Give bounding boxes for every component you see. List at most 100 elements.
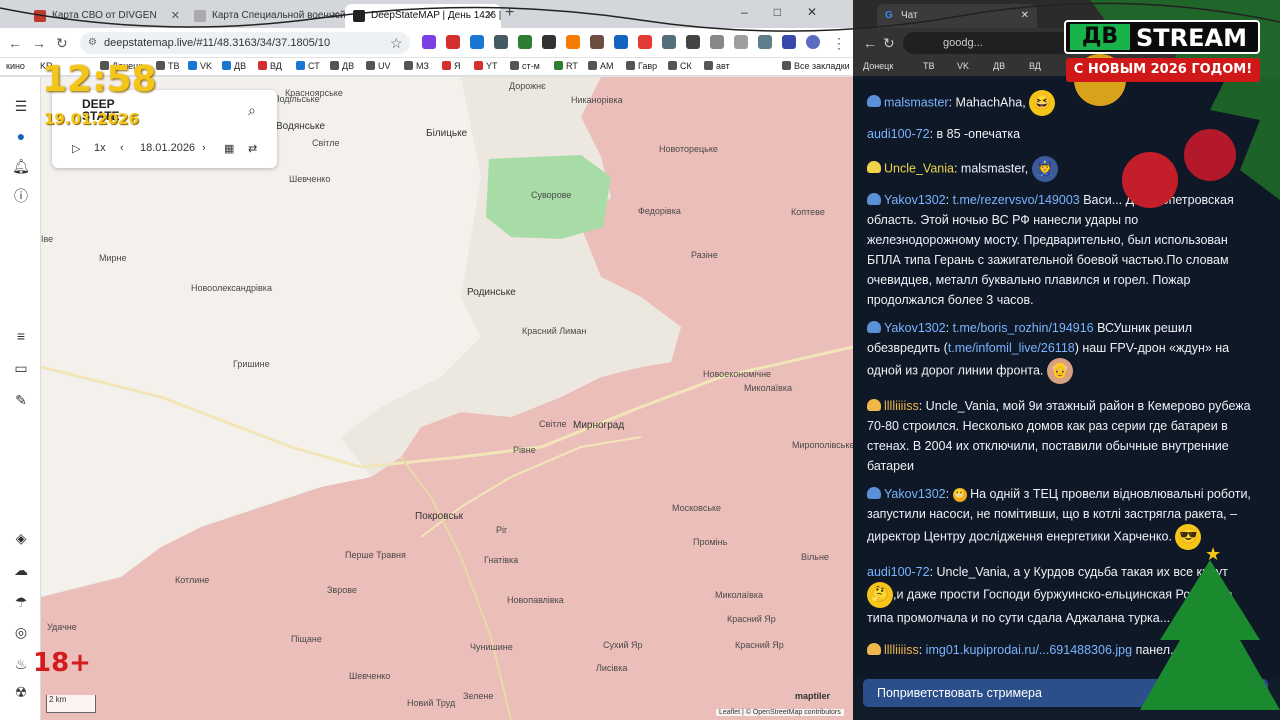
- bookmark-item[interactable]: авт: [704, 61, 730, 71]
- map-place-label: Новопавлівка: [507, 595, 564, 605]
- compare-icon[interactable]: ⇄: [248, 142, 257, 155]
- notifications-icon[interactable]: 🔔︎: [12, 157, 30, 175]
- filters-icon[interactable]: ≡: [12, 327, 30, 345]
- previous-day-icon[interactable]: ‹: [120, 142, 124, 154]
- stream-clock-time: 12:58: [42, 59, 157, 100]
- ghost-badge-icon: [867, 399, 881, 411]
- map-place-label: Шевченко: [349, 671, 391, 681]
- menu-icon[interactable]: ☰: [12, 97, 30, 115]
- play-icon[interactable]: ▷: [72, 142, 80, 155]
- calendar-icon[interactable]: ▦: [224, 142, 234, 155]
- chat-text: в 85 -опечатка: [936, 127, 1021, 141]
- map-tools-sidebar: ☰ ● 🔔︎ ⓘ ≡ ▭ ✎ ◈ ☁ ☂ ◎ ♨ ☢: [0, 77, 41, 720]
- maptiler-logo[interactable]: maptiler: [795, 691, 830, 701]
- map-place-label: Подільське: [273, 94, 320, 104]
- map-place-label: Водянське: [276, 121, 326, 132]
- bookmark-item[interactable]: ДВ: [993, 61, 1005, 71]
- all-bookmarks[interactable]: Все закладки: [782, 61, 850, 71]
- star-icon: ★: [1205, 544, 1221, 565]
- map-place-label: Котлине: [175, 575, 210, 585]
- bookmark-item[interactable]: ст-м: [510, 61, 540, 71]
- bookmark-item[interactable]: ТВ: [156, 61, 180, 71]
- map-place-label: Піщане: [291, 634, 322, 644]
- bookmark-item[interactable]: ВД: [258, 61, 282, 71]
- bookmark-item[interactable]: VK: [188, 61, 212, 71]
- thinking-emoji-icon: 🤔: [867, 582, 893, 608]
- chat-text: MahachAha,: [955, 95, 1026, 110]
- map-place-label: Новоторецьке: [659, 144, 718, 154]
- bookmark-item[interactable]: СК: [668, 61, 692, 71]
- bookmark-item[interactable]: СТ: [296, 61, 320, 71]
- bookmark-item[interactable]: кино: [6, 61, 25, 71]
- map-place-label: Новоолександрівка: [191, 283, 272, 293]
- bookmark-item[interactable]: AM: [588, 61, 614, 71]
- weather-icon[interactable]: ☁: [12, 561, 30, 579]
- ghost-badge-icon: [867, 487, 881, 499]
- map-place-label: Білицьке: [426, 128, 468, 139]
- target-icon[interactable]: ◎: [12, 623, 30, 641]
- deepstate-map[interactable]: Дорожнє Никанорівка Красноярське Подільс…: [41, 77, 853, 720]
- bookmark-item[interactable]: UV: [366, 61, 391, 71]
- chat-username[interactable]: Uncle_Vania: [884, 161, 954, 175]
- map-place-label: Лисівка: [596, 663, 628, 673]
- bookmark-item[interactable]: RT: [554, 61, 578, 71]
- current-date[interactable]: 18.01.2026: [140, 142, 195, 154]
- playback-speed[interactable]: 1x: [94, 142, 106, 154]
- christmas-ball-icon: [1184, 129, 1236, 181]
- vk-icon: [188, 61, 197, 70]
- yandex-icon: [442, 61, 451, 70]
- map-place-label: Разіне: [691, 250, 718, 260]
- folder-icon: [156, 61, 165, 70]
- map-place-label: Промінь: [693, 537, 728, 547]
- folder-icon: [704, 61, 713, 70]
- bookmark-item[interactable]: ДВ: [330, 61, 354, 71]
- bookmark-icon: [258, 61, 267, 70]
- chat-username[interactable]: Yakov1302: [884, 193, 946, 207]
- chat-username[interactable]: malsmaster: [884, 95, 949, 109]
- map-place-label: Гришине: [233, 359, 270, 369]
- chat-username[interactable]: audi100-72: [867, 565, 930, 579]
- map-place-label: Московське: [672, 503, 722, 513]
- search-icon[interactable]: ⌕: [248, 102, 256, 119]
- bookmark-item[interactable]: VK: [957, 61, 969, 71]
- map-place-label: Світле: [539, 419, 567, 429]
- age-rating-badge: 18+: [33, 648, 91, 678]
- bookmark-item[interactable]: ТВ: [923, 61, 935, 71]
- ruler-icon[interactable]: ▭: [12, 359, 30, 377]
- chat-username[interactable]: lllliiiiss: [884, 399, 919, 413]
- chat-username[interactable]: lllliiiiss: [884, 643, 919, 657]
- bookmark-item[interactable]: YT: [474, 61, 498, 71]
- folder-icon: [626, 61, 635, 70]
- layers-icon[interactable]: ◈: [12, 529, 30, 547]
- ukraine-flag-icon[interactable]: ●: [12, 127, 30, 145]
- info-icon[interactable]: ⓘ: [12, 187, 30, 205]
- map-place-label: Мирноград: [573, 420, 625, 431]
- fire-icon[interactable]: ♨: [12, 655, 30, 673]
- bookmark-icon: [296, 61, 305, 70]
- radiation-icon[interactable]: ☢: [12, 683, 30, 701]
- parachute-icon[interactable]: ☂: [12, 593, 30, 611]
- map-place-label: Красний Лиман: [522, 326, 587, 336]
- bookmark-item[interactable]: Гавр: [626, 61, 657, 71]
- map-attribution[interactable]: Leaflet | © OpenStreetMap contributors: [716, 709, 844, 716]
- map-place-label: Миколаївка: [744, 383, 793, 393]
- stream-clock-date: 19.01.2026: [44, 110, 139, 128]
- bookmark-item[interactable]: ДВ: [222, 61, 246, 71]
- folder-icon: [668, 61, 677, 70]
- chat-username[interactable]: Yakov1302: [884, 487, 946, 501]
- next-day-icon[interactable]: ›: [202, 142, 206, 154]
- draw-icon[interactable]: ✎: [12, 391, 30, 409]
- chat-username[interactable]: Yakov1302: [884, 321, 946, 335]
- youtube-icon: [474, 61, 483, 70]
- map-place-label: Зврове: [327, 585, 357, 595]
- map-place-label: Сухий Яр: [603, 640, 643, 650]
- bookmark-item[interactable]: Я: [442, 61, 461, 71]
- christmas-ball-icon: [1122, 152, 1178, 208]
- screen: Карта СВО от DIVGEN ✕ Карта Специальной …: [0, 0, 1280, 720]
- bookmark-item[interactable]: Донецк: [863, 61, 893, 71]
- map-place-label: Мирне: [99, 253, 127, 263]
- chat-username[interactable]: audi100-72: [867, 127, 930, 141]
- bookmark-item[interactable]: МЗ: [404, 61, 429, 71]
- garland-lights: [0, 2, 1280, 32]
- garland-wire: [0, 2, 1280, 32]
